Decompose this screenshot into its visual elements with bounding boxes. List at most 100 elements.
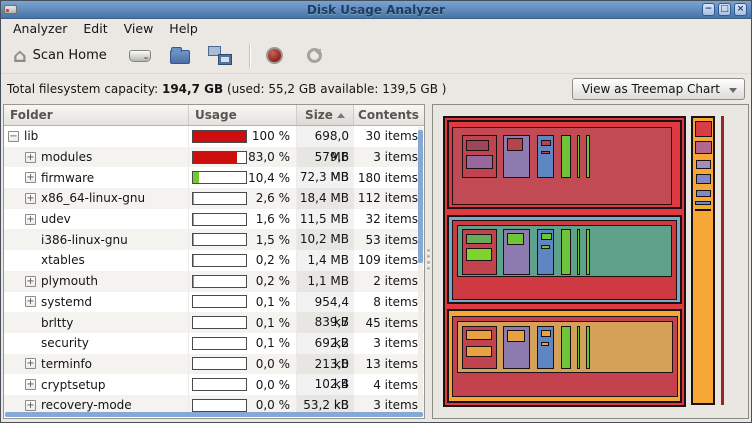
collapse-expander-icon[interactable]: − <box>8 131 19 142</box>
scan-home-button[interactable]: ⌂ Scan Home <box>7 44 113 68</box>
contents-cell: 180 items <box>354 171 423 185</box>
treemap-rect-b2-green-bar2 <box>466 248 492 260</box>
folder-name: brltty <box>41 316 73 330</box>
scan-filesystem-button[interactable] <box>127 44 153 68</box>
contents-cell: 13 items <box>354 357 423 371</box>
table-row[interactable]: brltty0,1 %839,7 kB45 items <box>4 312 424 333</box>
table-row[interactable]: +modules83,0 %579,6 MB3 items <box>4 147 424 168</box>
menubar: Analyzer Edit View Help <box>1 19 751 38</box>
contents-cell: 30 items <box>354 129 423 143</box>
table-row[interactable]: +plymouth0,2 %1,1 MB2 items <box>4 271 424 292</box>
table-row[interactable]: +x86_64-linux-gnu2,6 %18,4 MB112 items <box>4 188 424 209</box>
menu-view[interactable]: View <box>116 19 162 38</box>
table-row[interactable]: −lib100 %698,0 MB30 items <box>4 126 424 147</box>
table-row[interactable]: xtables0,2 %1,4 MB109 items <box>4 250 424 271</box>
refresh-icon <box>307 48 322 63</box>
contents-cell: 4 items <box>354 378 423 392</box>
expand-expander-icon[interactable]: + <box>25 400 36 411</box>
toolbar-separator <box>249 44 250 68</box>
expand-expander-icon[interactable]: + <box>25 193 36 204</box>
treemap-rect-strip-black <box>695 209 711 211</box>
folder-cell: +x86_64-linux-gnu <box>4 188 189 209</box>
size-cell: 213,0 kB <box>297 354 354 375</box>
usage-cell: 10,4 % <box>189 167 297 188</box>
folder-cell: xtables <box>4 250 189 271</box>
folder-name: firmware <box>41 171 94 185</box>
splitter-grip-icon <box>427 249 430 270</box>
contents-cell: 3 items <box>354 398 423 412</box>
chevron-down-icon <box>729 88 737 93</box>
menu-edit[interactable]: Edit <box>75 19 115 38</box>
column-header-contents[interactable]: Contents <box>354 105 423 125</box>
horizontal-scrollbar[interactable] <box>5 412 423 417</box>
usage-bar <box>192 295 247 308</box>
expand-expander-icon[interactable]: + <box>25 152 36 163</box>
table-row[interactable]: security0,1 %692,2 kB3 items <box>4 333 424 354</box>
capacity-total: 194,7 GB <box>162 82 223 96</box>
treemap-rect-b1-crimson-thin <box>541 151 550 154</box>
expand-expander-icon[interactable]: + <box>25 172 36 183</box>
usage-bar <box>192 337 247 350</box>
expand-expander-icon[interactable]: + <box>25 358 36 369</box>
table-row[interactable]: +systemd0,1 %954,4 kB8 items <box>4 292 424 313</box>
folder-cell: brltty <box>4 312 189 333</box>
usage-cell: 0,1 % <box>189 312 297 333</box>
treemap-rect-b3-orange-thin <box>541 342 549 346</box>
usage-cell: 0,2 % <box>189 250 297 271</box>
toolbar: ⌂ Scan Home <box>1 38 751 74</box>
expand-expander-icon[interactable]: + <box>25 379 36 390</box>
treemap-rect-b2-green-box <box>507 233 524 245</box>
usage-cell: 0,0 % <box>189 354 297 375</box>
size-cell: 579,6 MB <box>297 147 354 168</box>
view-mode-dropdown[interactable]: View as Treemap Chart <box>572 78 745 100</box>
folder-name: plymouth <box>41 274 98 288</box>
folder-cell: +terminfo <box>4 354 189 375</box>
usage-bar <box>192 151 247 164</box>
menu-analyzer[interactable]: Analyzer <box>5 19 75 38</box>
column-header-usage[interactable]: Usage <box>189 105 297 125</box>
folder-cell: + plymouth <box>4 271 189 292</box>
titlebar[interactable]: Disk Usage Analyzer − □ × <box>1 1 751 19</box>
table-row[interactable]: +firmware10,4 %72,3 MB180 items <box>4 167 424 188</box>
usage-percent: 0,1 % <box>247 295 296 309</box>
treemap-rect-strip-red <box>695 121 712 137</box>
treemap-rect-b1-crimson-box <box>507 138 524 151</box>
pane-splitter[interactable] <box>425 104 432 419</box>
column-header-size[interactable]: Size <box>297 105 354 125</box>
treemap-rect-strip-lavender <box>696 160 711 169</box>
scan-folder-button[interactable] <box>167 44 193 68</box>
expand-expander-icon[interactable]: + <box>25 214 36 225</box>
capacity-text: Total filesystem capacity: 194,7 GB (use… <box>7 82 446 96</box>
horizontal-scrollbar-thumb[interactable] <box>5 412 423 417</box>
usage-percent: 2,6 % <box>247 191 296 205</box>
treemap-rect-line-maroon <box>721 116 724 406</box>
menu-help[interactable]: Help <box>161 19 206 38</box>
usage-percent: 83,0 % <box>247 150 296 164</box>
scan-remote-button[interactable] <box>207 44 233 68</box>
folder-name: xtables <box>41 253 85 267</box>
table-row[interactable]: i386-linux-gnu1,5 %10,2 MB53 items <box>4 229 424 250</box>
usage-cell: 0,1 % <box>189 292 297 313</box>
usage-bar <box>192 233 247 246</box>
contents-cell: 109 items <box>354 253 423 267</box>
size-cell: 698,0 MB <box>297 126 354 147</box>
treemap-canvas[interactable] <box>434 106 747 417</box>
refresh-button[interactable] <box>302 44 328 68</box>
table-row[interactable]: +cryptsetup0,0 %102,4 kB4 items <box>4 374 424 395</box>
expand-expander-icon[interactable]: + <box>25 276 36 287</box>
main-content: Folder Usage Size Contents −lib100 %698,… <box>3 104 749 419</box>
usage-bar <box>192 213 247 226</box>
expand-expander-icon[interactable]: + <box>25 296 36 307</box>
usage-bar <box>192 378 247 391</box>
treemap-rect-strip-periwinkle2 <box>696 190 711 197</box>
table-row[interactable]: +terminfo0,0 %213,0 kB13 items <box>4 354 424 375</box>
vertical-scrollbar-thumb[interactable] <box>418 130 423 263</box>
table-row[interactable]: +udev1,6 %11,5 MB32 items <box>4 209 424 230</box>
column-header-folder[interactable]: Folder <box>4 105 189 125</box>
usage-cell: 0,0 % <box>189 374 297 395</box>
stop-button[interactable] <box>262 44 288 68</box>
table-body: −lib100 %698,0 MB30 items+modules83,0 %5… <box>4 126 424 418</box>
folder-cell: security <box>4 333 189 354</box>
vertical-scrollbar[interactable] <box>418 127 423 411</box>
folder-name: i386-linux-gnu <box>41 233 128 247</box>
